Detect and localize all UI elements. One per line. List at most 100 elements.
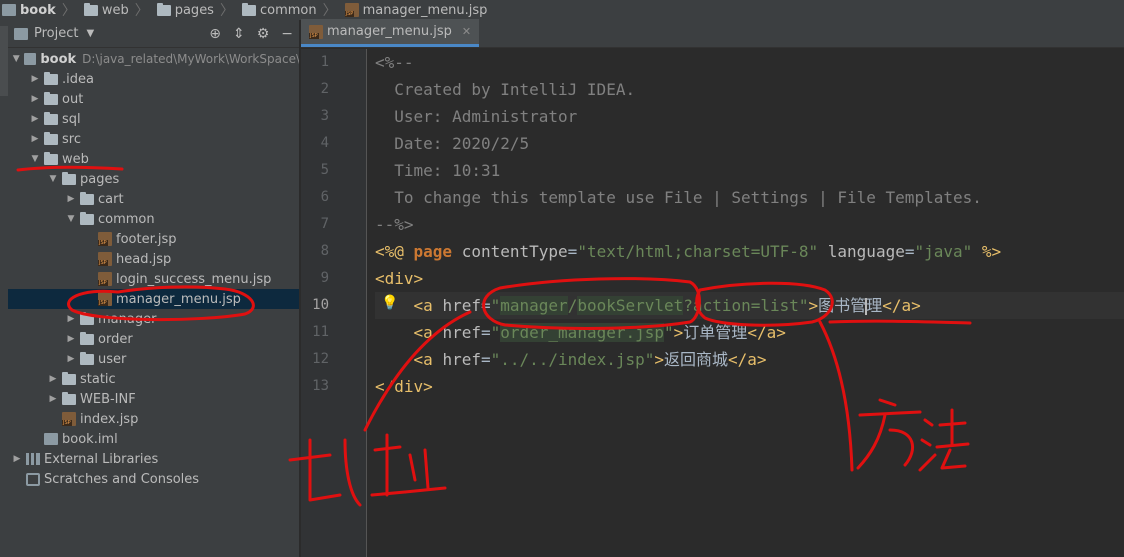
module-icon: [24, 53, 37, 65]
code-line[interactable]: <a href="order_manager.jsp">订单管理</a>: [375, 319, 1124, 346]
code-token: ": [490, 323, 501, 342]
breadcrumb-item-common[interactable]: common 〉: [240, 0, 343, 20]
chevron-right-icon[interactable]: ▶: [66, 354, 76, 364]
tree-item-label: user: [98, 351, 127, 367]
hide-icon[interactable]: −: [281, 26, 293, 42]
chevron-down-icon[interactable]: ▼: [86, 28, 94, 39]
tree-item-footer-jsp[interactable]: footer.jsp: [8, 229, 299, 249]
chevron-right-icon[interactable]: ▶: [30, 134, 40, 144]
tree-item-book-iml[interactable]: book.iml: [8, 429, 299, 449]
tree-item-user[interactable]: ▶ user: [8, 349, 299, 369]
tree-item-label: .idea: [62, 71, 94, 87]
chevron-right-icon[interactable]: ▶: [30, 114, 40, 124]
tree-item-static[interactable]: ▶ static: [8, 369, 299, 389]
folder-icon: [44, 131, 58, 145]
tree-item-web-inf[interactable]: ▶ WEB-INF: [8, 389, 299, 409]
chevron-right-icon[interactable]: ▶: [66, 334, 76, 344]
tree-item-sql[interactable]: ▶ sql: [8, 109, 299, 129]
code-line[interactable]: <div>: [375, 265, 1124, 292]
tree-item-book[interactable]: ▼ book D:\java_related\MyWork\WorkSpace\: [8, 49, 299, 69]
code-line[interactable]: Date: 2020/2/5: [375, 130, 1124, 157]
tree-item-external-libraries[interactable]: ▶ External Libraries: [8, 449, 299, 469]
tree-item-login-success-menu-jsp[interactable]: login_success_menu.jsp: [8, 269, 299, 289]
tree-item-index-jsp[interactable]: index.jsp: [8, 409, 299, 429]
code-line[interactable]: </div>: [375, 373, 1124, 400]
code-token: =: [480, 296, 491, 315]
editor-tab-bar: manager_menu.jsp ✕: [301, 19, 1124, 48]
tree-item-label: login_success_menu.jsp: [116, 271, 272, 287]
tree-item-label: book.iml: [62, 431, 118, 447]
collapse-all-icon[interactable]: ⇕: [233, 26, 245, 42]
code-line[interactable]: Time: 10:31: [375, 157, 1124, 184]
tree-item-label: book: [40, 51, 77, 67]
code-token: <%--: [375, 53, 414, 72]
jsp-file-icon: [98, 292, 112, 306]
code-line[interactable]: <a href="manager/bookServlet?action=list…: [375, 292, 1124, 319]
chevron-right-icon[interactable]: ▶: [48, 394, 58, 404]
breadcrumb-item-book[interactable]: book 〉: [0, 0, 82, 20]
chevron-down-icon[interactable]: ▼: [48, 174, 58, 184]
chevron-down-icon[interactable]: ▼: [12, 54, 20, 64]
chevron-right-icon[interactable]: ▶: [12, 454, 22, 464]
gear-icon[interactable]: ⚙: [257, 26, 270, 42]
tree-item-pages[interactable]: ▼ pages: [8, 169, 299, 189]
tree-item-label: Scratches and Consoles: [44, 471, 200, 487]
tool-window-stripe: [0, 20, 8, 557]
chevron-down-icon[interactable]: ▼: [66, 214, 76, 224]
chevron-right-icon[interactable]: ▶: [30, 94, 40, 104]
code-token: ?action=list": [683, 296, 809, 315]
code-line[interactable]: --%>: [375, 211, 1124, 238]
tree-item-label: footer.jsp: [116, 231, 177, 247]
tree-item-label: web: [62, 151, 89, 167]
tree-item-web[interactable]: ▼ web: [8, 149, 299, 169]
lib-icon: [26, 453, 40, 465]
tree-item--idea[interactable]: ▶ .idea: [8, 69, 299, 89]
folder-icon: [44, 111, 58, 125]
project-icon: [14, 27, 28, 40]
intention-bulb-icon[interactable]: 💡: [381, 295, 398, 311]
tab-manager-menu-jsp[interactable]: manager_menu.jsp ✕: [301, 19, 480, 47]
tree-item-common[interactable]: ▼ common: [8, 209, 299, 229]
module-icon: [2, 4, 16, 16]
code-area[interactable]: <%-- Created by IntelliJ IDEA. User: Adm…: [375, 49, 1124, 557]
project-panel-title[interactable]: Project: [34, 26, 78, 41]
tree-item-head-jsp[interactable]: head.jsp: [8, 249, 299, 269]
project-stripe-button[interactable]: [0, 26, 8, 96]
folder-icon: [62, 391, 76, 405]
code-line[interactable]: <%@ page contentType="text/html;charset=…: [375, 238, 1124, 265]
breadcrumb-item-file[interactable]: manager_menu.jsp: [343, 3, 494, 18]
locate-icon[interactable]: ⊕: [209, 26, 221, 42]
code-token: "text/html;charset=UTF-8": [577, 242, 819, 261]
folder-icon: [83, 2, 98, 16]
tree-item-cart[interactable]: ▶ cart: [8, 189, 299, 209]
chevron-right-icon[interactable]: ▶: [66, 194, 76, 204]
code-token: bookServlet: [577, 296, 684, 315]
tree-item-manager[interactable]: ▶ manager: [8, 309, 299, 329]
line-number: 12: [312, 351, 329, 367]
tree-item-out[interactable]: ▶ out: [8, 89, 299, 109]
code-token: <%@: [375, 242, 414, 261]
tree-item-label: WEB-INF: [80, 391, 136, 407]
editor: manager_menu.jsp ✕ 12345678910111213 <%-…: [301, 19, 1124, 557]
code-token: =: [480, 323, 491, 342]
close-icon[interactable]: ✕: [462, 25, 471, 38]
code-token: page: [413, 242, 462, 261]
code-line[interactable]: User: Administrator: [375, 103, 1124, 130]
code-token: </a>: [747, 323, 786, 342]
breadcrumb-item-web[interactable]: web 〉: [82, 0, 155, 20]
code-line[interactable]: To change this template use File | Setti…: [375, 184, 1124, 211]
code-line[interactable]: <%--: [375, 49, 1124, 76]
chevron-right-icon[interactable]: ▶: [48, 374, 58, 384]
chevron-down-icon[interactable]: ▼: [30, 154, 40, 164]
code-line[interactable]: <a href="../../index.jsp">返回商城</a>: [375, 346, 1124, 373]
code-token: >: [673, 323, 684, 342]
tree-item-scratches-and-consoles[interactable]: Scratches and Consoles: [8, 469, 299, 489]
breadcrumb-item-pages[interactable]: pages 〉: [155, 0, 240, 20]
tree-item-src[interactable]: ▶ src: [8, 129, 299, 149]
chevron-right-icon[interactable]: ▶: [30, 74, 40, 84]
tree-item-order[interactable]: ▶ order: [8, 329, 299, 349]
code-line[interactable]: Created by IntelliJ IDEA.: [375, 76, 1124, 103]
tree-item-manager-menu-jsp[interactable]: manager_menu.jsp: [8, 289, 299, 309]
chevron-right-icon[interactable]: ▶: [66, 314, 76, 324]
